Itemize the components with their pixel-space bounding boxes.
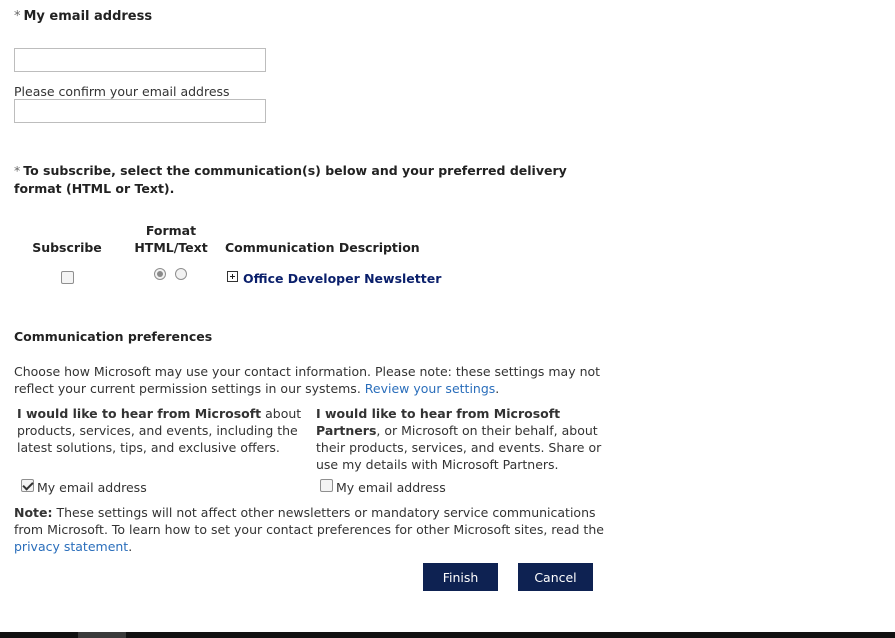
subscribe-heading-text: To subscribe, select the communication(s… xyxy=(14,163,567,196)
finish-button[interactable]: Finish xyxy=(423,563,498,591)
subscribe-checkbox[interactable] xyxy=(61,271,74,284)
preferences-heading: Communication preferences xyxy=(14,329,213,344)
expand-plus-icon[interactable] xyxy=(227,271,238,282)
signup-form: * My email address Please confirm your em… xyxy=(0,0,895,638)
microsoft-email-label: My email address xyxy=(37,480,147,495)
email-input[interactable] xyxy=(14,48,266,72)
confirm-email-label: Please confirm your email address xyxy=(14,84,230,99)
cancel-button[interactable]: Cancel xyxy=(518,563,593,591)
preferences-intro: Choose how Microsoft may use your contac… xyxy=(14,363,614,397)
format-text-radio[interactable] xyxy=(175,268,187,280)
microsoft-pref-bold: I would like to hear from Microsoft xyxy=(17,406,262,421)
required-mark: * xyxy=(14,9,21,24)
newsletter-link[interactable]: Office Developer Newsletter xyxy=(243,271,441,286)
format-html-radio[interactable] xyxy=(154,268,166,280)
partners-email-checkbox[interactable] xyxy=(320,479,333,492)
confirm-email-input[interactable] xyxy=(14,99,266,123)
bottom-bar-segment xyxy=(78,632,126,638)
email-label-text: My email address xyxy=(23,9,153,24)
bottom-bar xyxy=(0,632,895,638)
note-label: Note: xyxy=(14,505,53,520)
microsoft-email-checkbox[interactable] xyxy=(21,479,34,492)
column-format-line1: Format xyxy=(145,223,197,238)
partners-pref-text: I would like to hear from Microsoft Part… xyxy=(316,405,606,473)
email-label: * My email address xyxy=(14,9,152,24)
preferences-intro-text: Choose how Microsoft may use your contac… xyxy=(14,364,601,396)
partners-email-label: My email address xyxy=(336,480,446,495)
note-body: These settings will not affect other new… xyxy=(14,505,604,537)
note-text: Note: These settings will not affect oth… xyxy=(14,504,624,555)
privacy-statement-link[interactable]: privacy statement xyxy=(14,539,128,554)
column-format-line2: HTML/Text xyxy=(134,240,208,255)
review-settings-link[interactable]: Review your settings xyxy=(365,381,496,396)
note-suffix: . xyxy=(128,539,133,554)
microsoft-pref-text: I would like to hear from Microsoft abou… xyxy=(17,405,307,456)
required-mark: * xyxy=(14,163,21,178)
subscribe-heading: * To subscribe, select the communication(… xyxy=(14,162,614,198)
column-format: Format HTML/Text xyxy=(130,222,212,256)
column-description: Communication Description xyxy=(225,240,420,255)
review-suffix: . xyxy=(495,381,500,396)
column-subscribe: Subscribe xyxy=(32,240,102,255)
